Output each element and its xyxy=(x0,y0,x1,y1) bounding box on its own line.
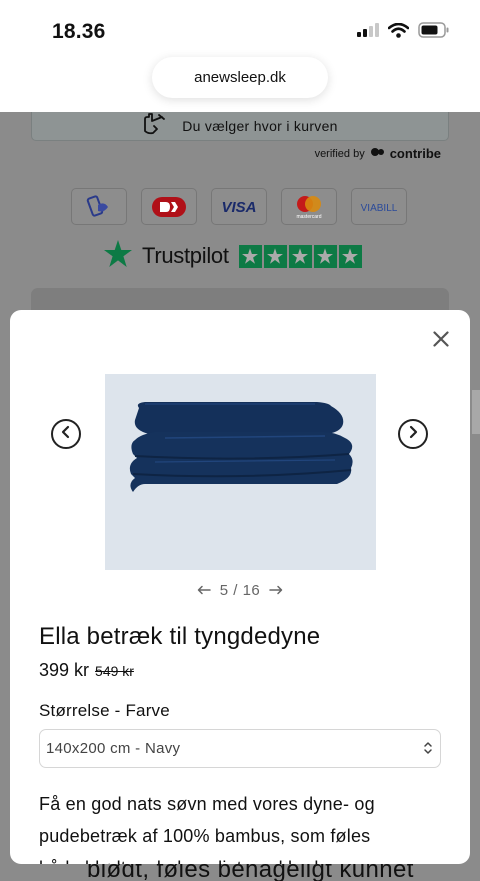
verified-brand: contribe xyxy=(389,146,441,161)
browser-top-bar: 18.36 anewsleep.dk xyxy=(0,0,480,112)
visa-icon: VISA xyxy=(211,188,267,225)
svg-text:VIABILL: VIABILL xyxy=(361,203,398,214)
select-caret-icon xyxy=(423,740,433,760)
trustpilot-name: Trustpilot xyxy=(142,243,229,268)
gallery-counter: 5 / 16 xyxy=(10,582,470,599)
star-icon xyxy=(263,244,287,268)
star-icon xyxy=(313,244,337,268)
address-bar[interactable]: anewsleep.dk xyxy=(152,57,328,98)
gallery-counter-text: 5 / 16 xyxy=(219,582,261,599)
cart-choice-bar: Du vælger hvor i kurven xyxy=(31,112,449,141)
wifi-icon xyxy=(387,22,410,43)
verified-by: verified by contribe xyxy=(315,146,441,161)
description-line: både blødt og behageligt mod huden xyxy=(39,852,449,864)
description-line: pudebetræk af 100% bambus, som føles xyxy=(39,826,371,846)
star-icon xyxy=(338,244,362,268)
selected-option: 140x200 cm - Navy xyxy=(46,740,181,757)
previous-image-button[interactable] xyxy=(51,419,81,449)
system-icons xyxy=(357,22,450,43)
cart-choice-text: Du vælger hvor i kurven xyxy=(182,118,338,134)
trustpilot-rating: Trustpilot xyxy=(104,240,362,272)
battery-icon xyxy=(418,22,450,43)
current-price: 399 kr xyxy=(39,660,90,680)
option-label: Størrelse - Farve xyxy=(39,701,170,720)
arrow-left-icon[interactable] xyxy=(197,582,211,599)
mobilepay-icon xyxy=(71,188,127,225)
hand-touch-icon xyxy=(142,112,170,140)
status-time: 18.36 xyxy=(52,20,106,43)
url-text: anewsleep.dk xyxy=(194,69,286,86)
product-image[interactable] xyxy=(105,374,376,570)
price: 399 kr 549 kr xyxy=(39,660,134,681)
close-icon xyxy=(433,330,449,352)
dankort-icon xyxy=(141,188,197,225)
chevron-right-icon xyxy=(407,425,419,444)
contribe-logo-icon xyxy=(370,147,384,160)
next-image-button[interactable] xyxy=(398,419,428,449)
close-button[interactable] xyxy=(426,326,456,356)
viabill-icon: VIABILL xyxy=(351,188,407,225)
svg-text:VISA: VISA xyxy=(221,199,256,215)
description-line: Få en god nats søvn med vores dyne- og xyxy=(39,794,375,814)
product-title: Ella betræk til tyngdedyne xyxy=(39,623,321,650)
arrow-right-icon[interactable] xyxy=(269,582,283,599)
svg-text:mastercard: mastercard xyxy=(296,214,321,220)
trustpilot-star-icon xyxy=(104,240,132,272)
mastercard-icon: mastercard xyxy=(281,188,337,225)
star-icon xyxy=(238,244,262,268)
size-color-select[interactable]: 140x200 cm - Navy xyxy=(39,729,441,768)
product-quickview-modal: 5 / 16 Ella betræk til tyngdedyne 399 kr… xyxy=(10,310,470,864)
signal-icon xyxy=(357,23,379,42)
verified-by-label: verified by xyxy=(314,147,365,160)
trustpilot-stars xyxy=(238,244,362,268)
old-price: 549 kr xyxy=(95,663,134,679)
star-icon xyxy=(288,244,312,268)
payment-methods: VISA mastercard VIABILL xyxy=(71,188,407,225)
duvet-illustration xyxy=(129,402,353,492)
product-description: Få en god nats søvn med vores dyne- og p… xyxy=(39,788,449,864)
scrollbar-thumb[interactable] xyxy=(472,390,480,434)
chevron-left-icon xyxy=(60,425,72,444)
